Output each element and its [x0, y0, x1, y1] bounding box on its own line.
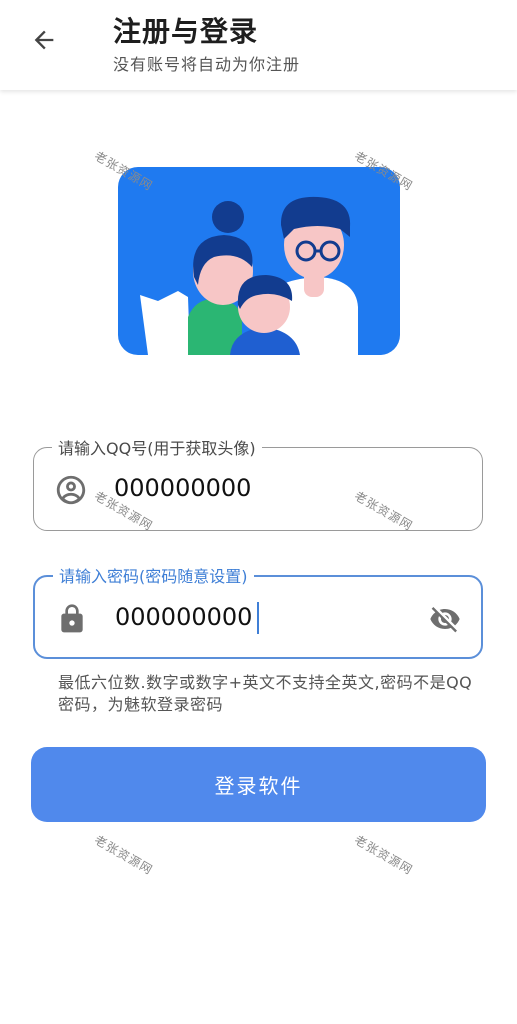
login-button[interactable]: 登录软件: [31, 747, 486, 822]
password-field-label: 请输入密码(密码随意设置): [53, 563, 254, 587]
password-field[interactable]: 请输入密码(密码随意设置): [33, 563, 483, 659]
qq-number-field[interactable]: 请输入QQ号(用于获取头像): [33, 435, 483, 531]
lock-icon: [55, 602, 89, 636]
watermark: 老张资源网: [92, 832, 156, 878]
password-visibility-toggle[interactable]: [425, 601, 465, 637]
arrow-back-icon: [34, 30, 54, 50]
page-title: 注册与登录: [113, 15, 259, 48]
eye-off-icon: [430, 607, 460, 633]
account-circle-icon: [54, 473, 88, 507]
qq-number-input[interactable]: [114, 468, 414, 508]
family-illustration: [118, 167, 400, 355]
back-button[interactable]: [20, 18, 68, 62]
text-caret: [257, 602, 259, 634]
password-hint: 最低六位数.数字或数字+英文不支持全英文,密码不是QQ密码，为魅软登录密码: [58, 673, 473, 714]
password-input[interactable]: [115, 597, 415, 637]
login-page: 注册与登录 没有账号将自动为你注册 老张资源网 老张资源网 老张资源网 老张资源…: [0, 0, 517, 1024]
app-bar: 注册与登录 没有账号将自动为你注册: [0, 0, 517, 90]
page-subtitle: 没有账号将自动为你注册: [113, 55, 301, 74]
qq-field-label: 请输入QQ号(用于获取头像): [52, 435, 262, 459]
watermark: 老张资源网: [352, 832, 416, 878]
